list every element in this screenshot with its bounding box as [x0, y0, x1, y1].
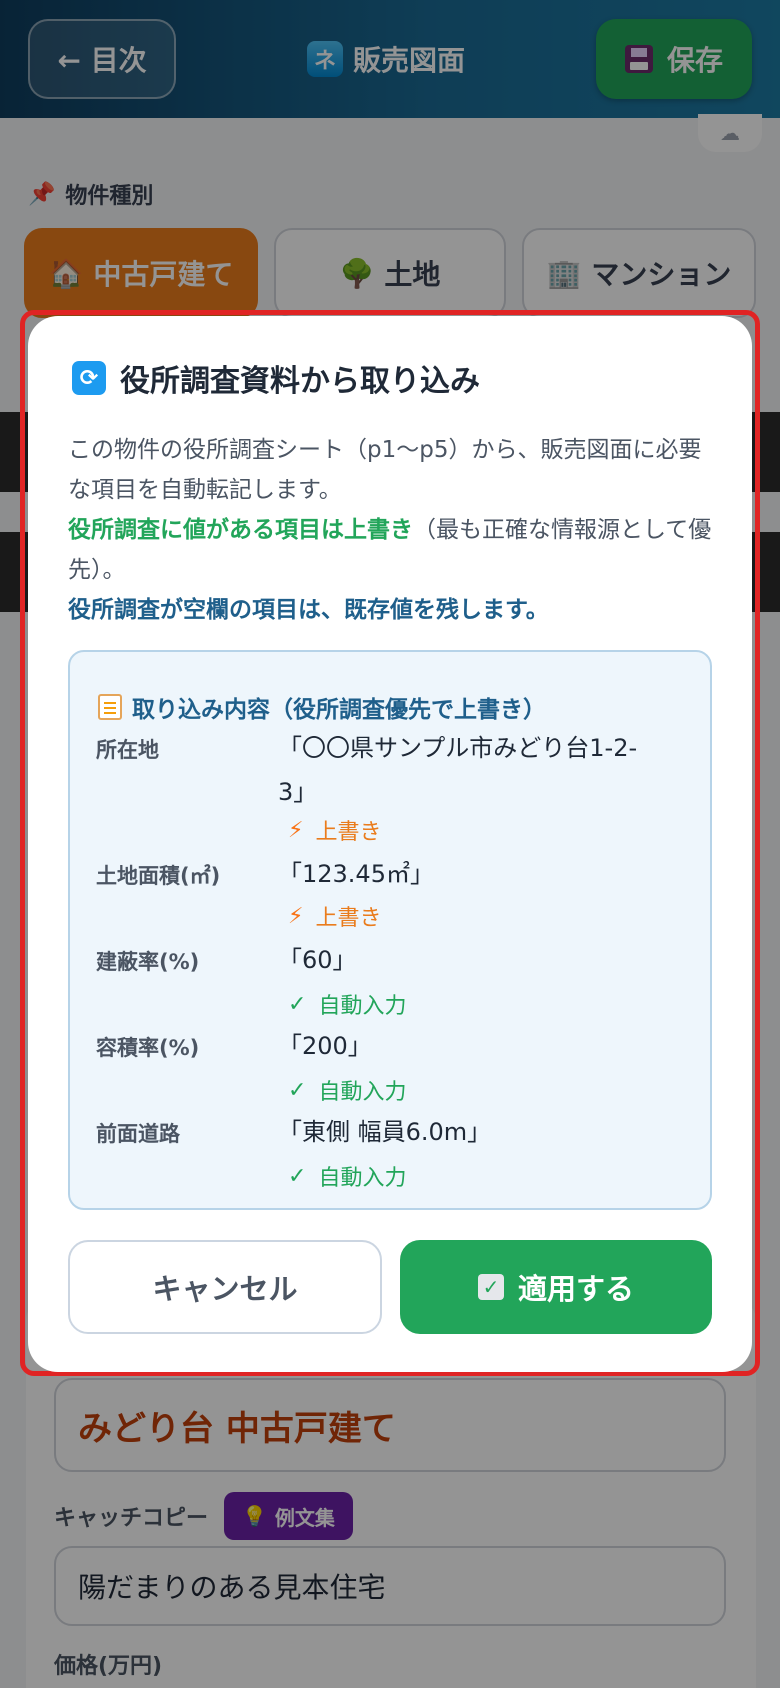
row-label-front-road: 前面道路: [96, 1122, 180, 1146]
row-label-coverage-ratio: 建蔽率(%): [96, 950, 200, 974]
dialog-title-text: 役所調査資料から取り込み: [120, 364, 480, 399]
sync-icon: ⟳: [72, 361, 106, 395]
status-text: 自動入力: [318, 1166, 407, 1191]
import-heading: 取り込み内容（役所調査優先で上書き）: [98, 690, 546, 724]
memo-icon: [98, 694, 122, 720]
row-status-floor-area-ratio: ✓ 自動入力: [288, 1074, 406, 1106]
row-status-front-road: ✓ 自動入力: [288, 1160, 406, 1192]
apply-label: 適用する: [517, 1272, 634, 1306]
checkbox-check-icon: ✓: [477, 1274, 504, 1300]
row-label-address: 所在地: [96, 738, 159, 762]
row-label-land-area: 土地面積(㎡): [96, 864, 221, 888]
lightning-icon: ⚡: [288, 903, 304, 929]
check-icon: ✓: [288, 991, 307, 1017]
desc-keep-note: 役所調査が空欄の項目は、既存値を残します。: [68, 597, 549, 623]
dialog-title: ⟳ 役所調査資料から取り込み: [72, 356, 480, 400]
row-value-land-area: 「123.45㎡」: [278, 860, 434, 888]
desc-overwrite-note: 役所調査に値がある項目は上書き: [68, 517, 413, 543]
row-status-address: ⚡ 上書き: [288, 814, 381, 846]
row-value-floor-area-ratio: 「200」: [278, 1032, 372, 1060]
check-icon: ✓: [288, 1077, 307, 1103]
import-heading-text: 取り込み内容（役所調査優先で上書き）: [132, 697, 546, 723]
row-status-land-area: ⚡ 上書き: [288, 900, 381, 932]
status-text: 上書き: [315, 820, 382, 845]
import-dialog: ⟳ 役所調査資料から取り込み この物件の役所調査シート（p1〜p5）から、販売図…: [28, 316, 752, 1372]
row-value-address: 「〇〇県サンプル市みどり台1-2-3」: [278, 734, 638, 806]
status-text: 上書き: [315, 906, 382, 931]
row-value-coverage-ratio: 「60」: [278, 946, 357, 974]
desc-line: この物件の役所調査シート（p1〜p5）から、販売図面に必要な項目を自動転記します…: [68, 437, 702, 503]
row-status-coverage-ratio: ✓ 自動入力: [288, 988, 406, 1020]
cancel-button[interactable]: キャンセル: [68, 1240, 382, 1334]
check-icon: ✓: [288, 1163, 307, 1189]
row-value-front-road: 「東側 幅員6.0m」: [278, 1118, 492, 1146]
status-text: 自動入力: [318, 1080, 407, 1105]
cancel-label: キャンセル: [152, 1272, 298, 1306]
dialog-description: この物件の役所調査シート（p1〜p5）から、販売図面に必要な項目を自動転記します…: [68, 430, 718, 630]
lightning-icon: ⚡: [288, 817, 304, 843]
row-label-floor-area-ratio: 容積率(%): [96, 1036, 200, 1060]
apply-button[interactable]: ✓ 適用する: [400, 1240, 712, 1334]
import-contents-box: 取り込み内容（役所調査優先で上書き） 所在地 「〇〇県サンプル市みどり台1-2-…: [68, 650, 712, 1210]
status-text: 自動入力: [318, 994, 407, 1019]
